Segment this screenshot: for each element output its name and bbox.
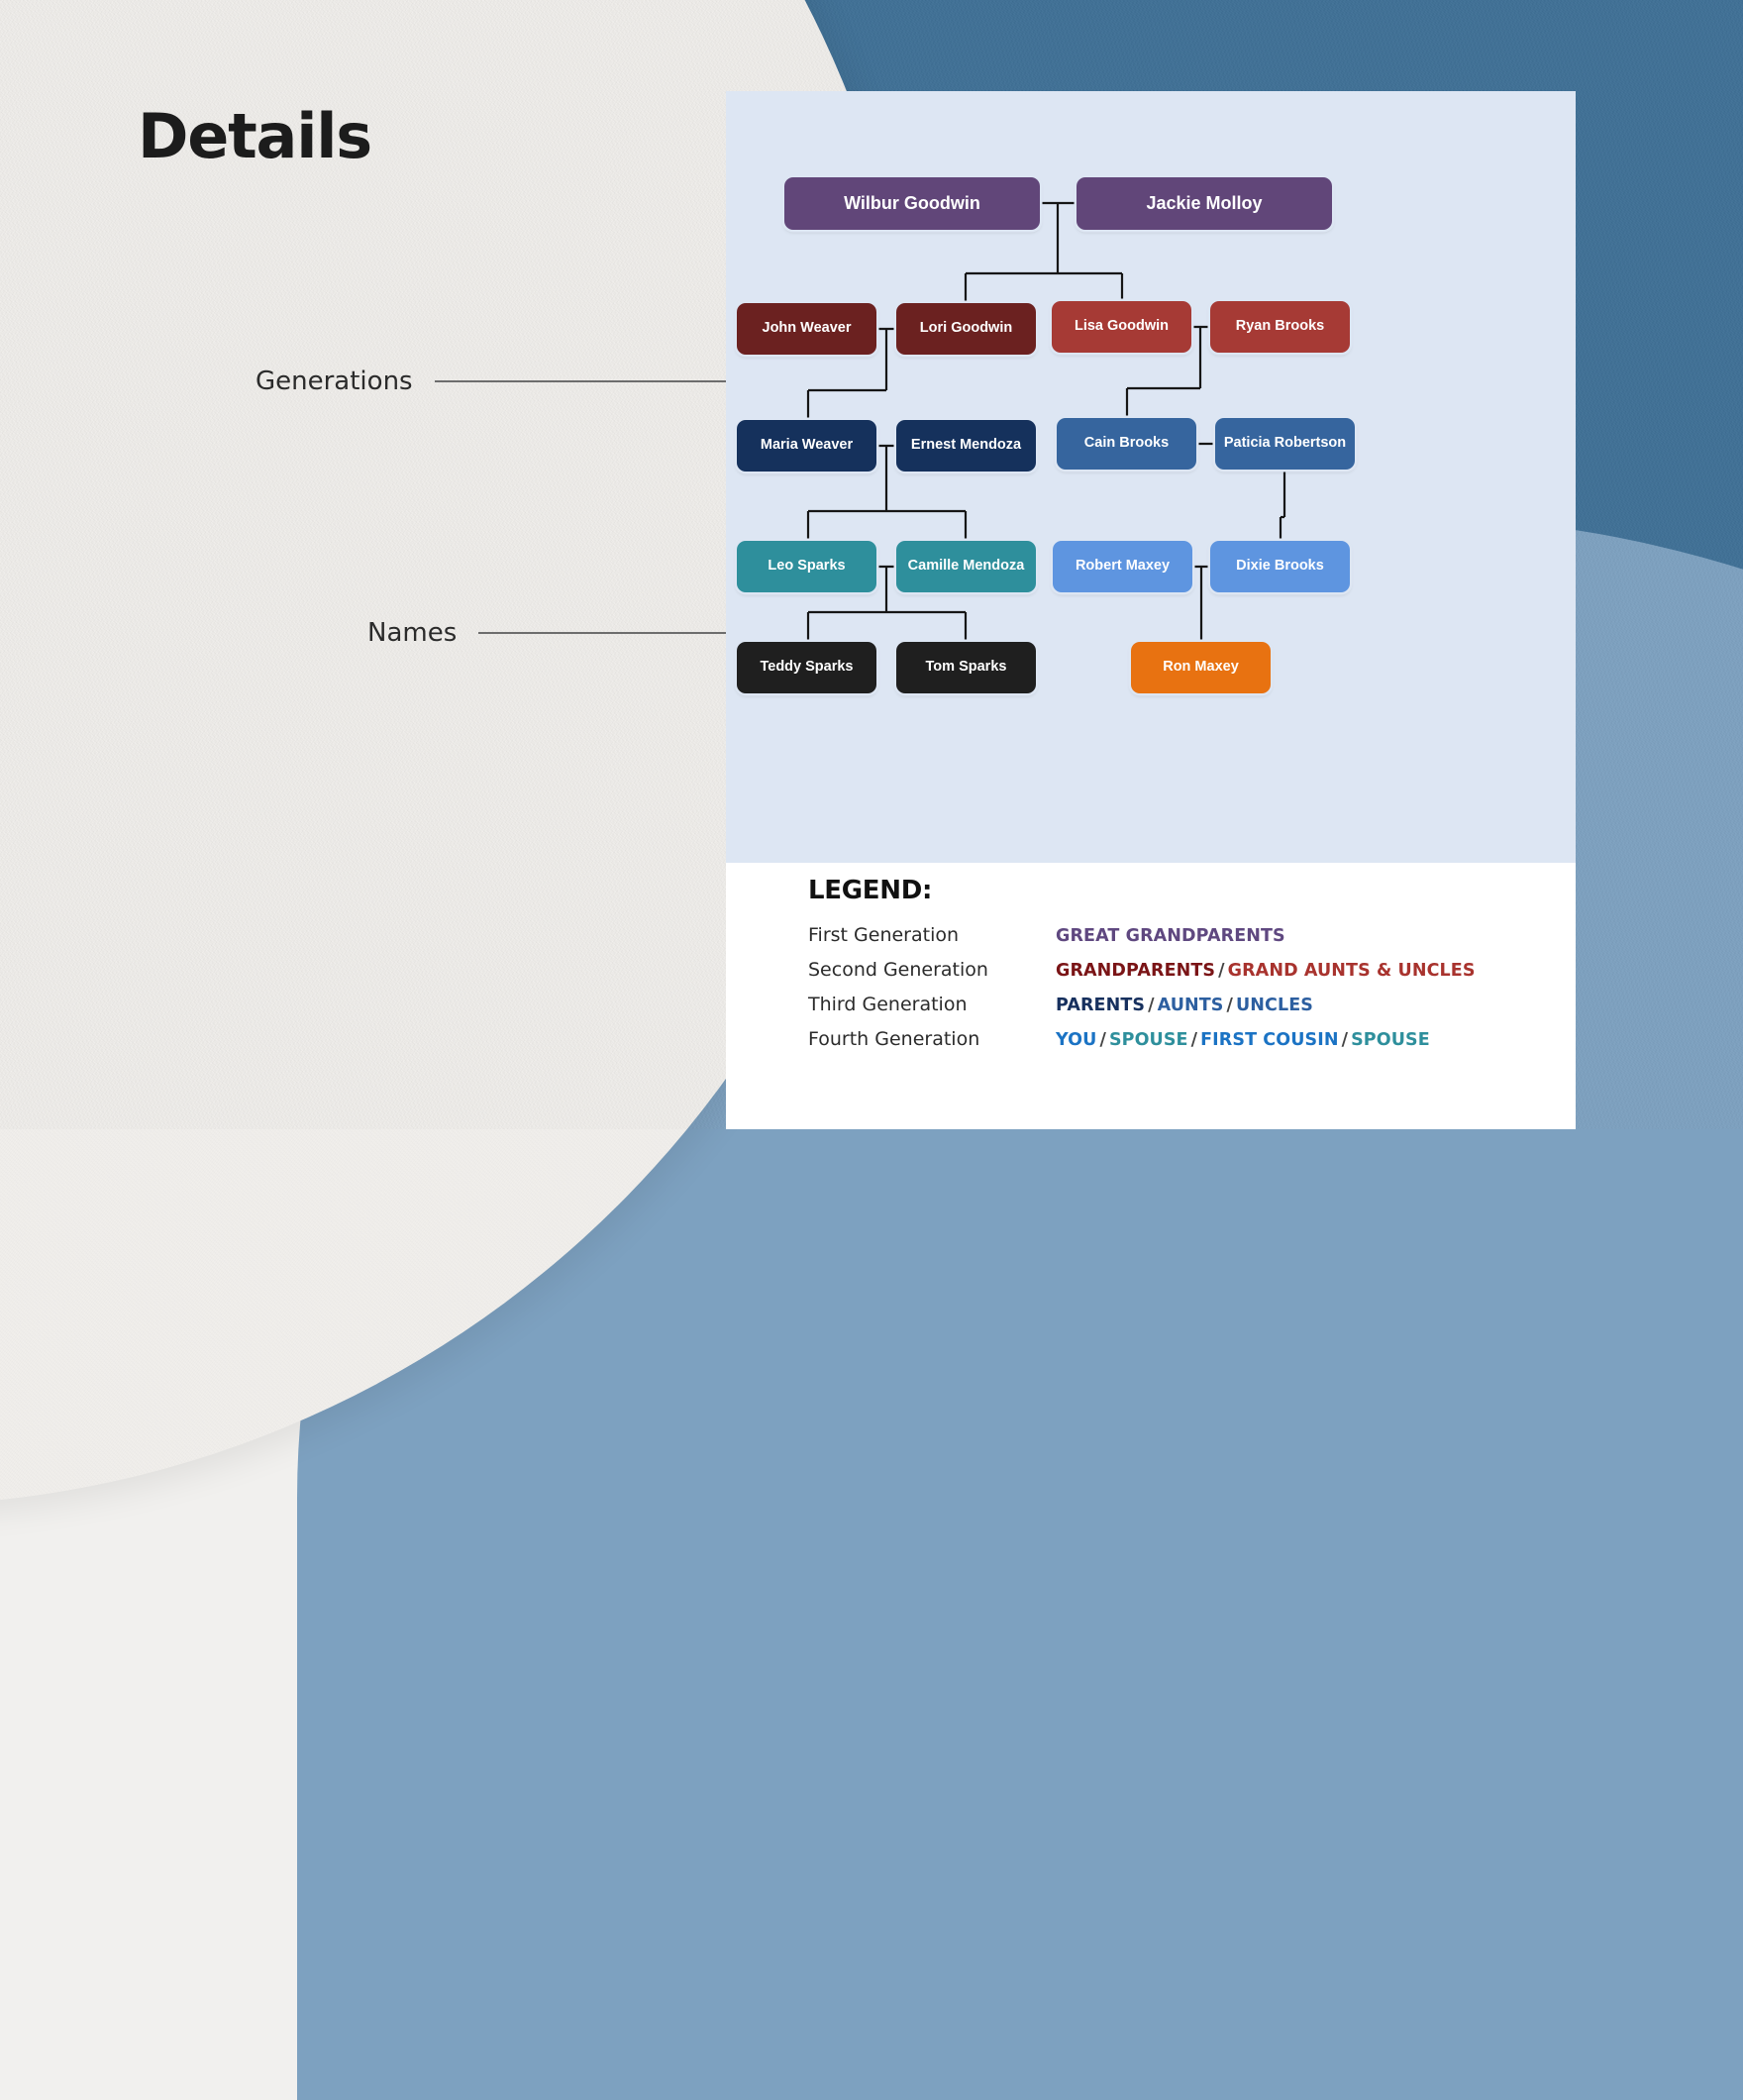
tree-node-robert-maxey[interactable]: Robert Maxey bbox=[1053, 541, 1192, 592]
tree-node-cain-brooks[interactable]: Cain Brooks bbox=[1057, 418, 1196, 470]
legend-row: Third Generation PARENTS / AUNTS / UNCLES bbox=[808, 994, 1521, 1015]
legend-row: Fourth Generation YOU / SPOUSE / FIRST COUSIN… bbox=[808, 1028, 1521, 1050]
tree-node-lisa-goodwin[interactable]: Lisa Goodwin bbox=[1052, 301, 1191, 353]
tree-node-paticia-robertson[interactable]: Paticia Robertson bbox=[1215, 418, 1355, 470]
tree-node-label: Tom Sparks bbox=[925, 659, 1007, 676]
legend-role: FIRST COUSIN bbox=[1200, 1030, 1339, 1050]
tree-node-label: Maria Weaver bbox=[760, 437, 854, 454]
legend-role: SPOUSE bbox=[1351, 1030, 1430, 1050]
tree-node-maria-weaver[interactable]: Maria Weaver bbox=[737, 420, 876, 472]
tree-node-label: Teddy Sparks bbox=[760, 659, 854, 676]
tree-node-label: Jackie Molloy bbox=[1146, 192, 1263, 213]
legend-row: Second Generation GRANDPARENTS / GRAND AUNT… bbox=[808, 959, 1521, 981]
legend-separator: / bbox=[1190, 1030, 1198, 1050]
legend-title: LEGEND: bbox=[808, 876, 933, 905]
legend-role: YOU bbox=[1056, 1030, 1097, 1050]
tree-node-label: John Weaver bbox=[762, 320, 852, 337]
legend-role: GRAND AUNTS & UNCLES bbox=[1227, 961, 1476, 981]
legend-role: SPOUSE bbox=[1108, 1030, 1188, 1050]
tree-node-camille-mendoza[interactable]: Camille Mendoza bbox=[896, 541, 1036, 592]
legend-roles: GREAT GRANDPARENTS bbox=[1056, 926, 1285, 946]
tree-node-label: Dixie Brooks bbox=[1236, 558, 1324, 575]
tree-node-label: Ernest Mendoza bbox=[910, 437, 1022, 454]
legend-roles: PARENTS / AUNTS / UNCLES bbox=[1056, 996, 1313, 1015]
legend-generation-label: Third Generation bbox=[808, 994, 968, 1015]
tree-node-label: Ron Maxey bbox=[1163, 659, 1239, 676]
legend-separator: / bbox=[1218, 961, 1225, 981]
tree-node-ernest-mendoza[interactable]: Ernest Mendoza bbox=[896, 420, 1036, 472]
legend-role: UNCLES bbox=[1236, 996, 1314, 1015]
legend-role: PARENTS bbox=[1056, 996, 1146, 1015]
tree-node-label: Robert Maxey bbox=[1075, 558, 1171, 575]
tree-node-label: Wilbur Goodwin bbox=[844, 192, 980, 213]
family-tree-card: Wilbur Goodwin Jackie Molloy John Weaver Lo… bbox=[726, 91, 1576, 863]
tree-node-teddy-sparks[interactable]: Teddy Sparks bbox=[737, 642, 876, 693]
family-tree-diagram: Wilbur Goodwin Jackie Molloy John Weaver Lo… bbox=[726, 91, 1576, 863]
tree-node-tom-sparks[interactable]: Tom Sparks bbox=[896, 642, 1036, 693]
legend-separator: / bbox=[1148, 996, 1155, 1015]
tree-node-wilbur-goodwin[interactable]: Wilbur Goodwin bbox=[784, 177, 1040, 230]
legend-role: AUNTS bbox=[1157, 996, 1224, 1015]
tree-node-ron-maxey[interactable]: Ron Maxey bbox=[1131, 642, 1271, 693]
tree-node-leo-sparks[interactable]: Leo Sparks bbox=[737, 541, 876, 592]
tree-node-label: Leo Sparks bbox=[768, 558, 846, 575]
tree-node-label: Lori Goodwin bbox=[919, 320, 1013, 337]
legend-role: GRANDPARENTS bbox=[1056, 961, 1216, 981]
tree-node-label: Ryan Brooks bbox=[1235, 318, 1325, 335]
tree-node-jackie-molloy[interactable]: Jackie Molloy bbox=[1077, 177, 1332, 230]
tree-node-lori-goodwin[interactable]: Lori Goodwin bbox=[896, 303, 1036, 355]
callout-names-label: Names bbox=[367, 618, 458, 648]
tree-node-label: Camille Mendoza bbox=[907, 558, 1025, 575]
tree-node-label: Lisa Goodwin bbox=[1074, 318, 1170, 335]
legend-separator: / bbox=[1099, 1030, 1106, 1050]
tree-node-label: Paticia Robertson bbox=[1223, 435, 1347, 452]
legend-roles: GRANDPARENTS / GRAND AUNTS & UNCLES bbox=[1056, 961, 1476, 981]
callout-generations-label: Generations bbox=[256, 367, 413, 396]
callout-generations: Generations bbox=[256, 367, 754, 396]
tree-node-john-weaver[interactable]: John Weaver bbox=[737, 303, 876, 355]
legend-roles: YOU / SPOUSE / FIRST COUSIN / SPOUSE bbox=[1056, 1030, 1430, 1050]
tree-node-ryan-brooks[interactable]: Ryan Brooks bbox=[1210, 301, 1350, 353]
callout-generations-leader-line bbox=[434, 380, 754, 382]
tree-node-dixie-brooks[interactable]: Dixie Brooks bbox=[1210, 541, 1350, 592]
legend-generation-label: Fourth Generation bbox=[808, 1028, 980, 1050]
tree-node-label: Cain Brooks bbox=[1083, 435, 1170, 452]
legend-generation-label: Second Generation bbox=[808, 959, 988, 981]
legend-generation-label: First Generation bbox=[808, 924, 960, 946]
legend-separator: / bbox=[1341, 1030, 1349, 1050]
legend-role: GREAT GRANDPARENTS bbox=[1056, 926, 1285, 946]
legend-row: First Generation GREAT GRANDPARENTS bbox=[808, 924, 1521, 946]
legend-card: LEGEND: First Generation GREAT GRANDPAREN… bbox=[726, 863, 1576, 1129]
page-title: Details bbox=[138, 100, 372, 172]
legend-separator: / bbox=[1226, 996, 1233, 1015]
